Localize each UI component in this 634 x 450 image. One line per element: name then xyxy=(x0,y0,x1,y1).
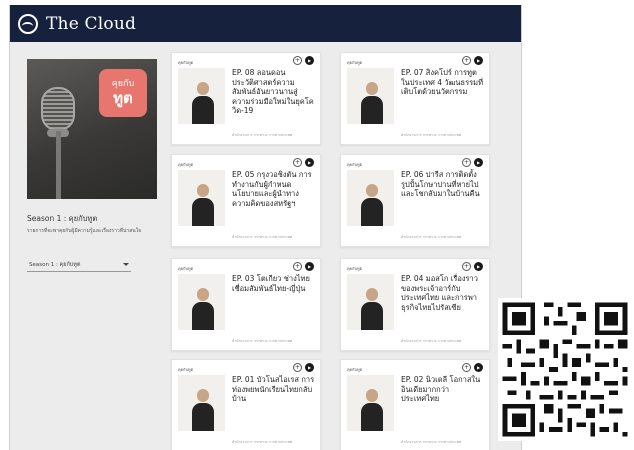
episode-thumbnail[interactable] xyxy=(178,274,225,330)
episode-meta: สำนักงานการ กระทรวง การต่างประเทศ xyxy=(232,339,293,343)
episode-thumbnail[interactable] xyxy=(347,68,394,124)
ambassador-photo xyxy=(192,288,214,330)
ambassador-photo xyxy=(192,82,214,124)
episode-title[interactable]: EP. 05 กรุงวอชิงตัน การทำงานกับผู้กำหนดน… xyxy=(232,170,316,208)
app-window: The Cloud คุยกับ ทูต Season 1 : คุยกับทู… xyxy=(9,5,522,450)
episode-card[interactable]: คุยกับทูต + ▶ EP. 06 ปารีส การติดตั้งรูปป… xyxy=(340,154,490,247)
season-cover-image: คุยกับ ทูต xyxy=(27,59,157,199)
episode-card[interactable]: คุยกับทูต + ▶ EP. 03 โตเกียว ช่างไทยเชื่อ… xyxy=(171,258,321,351)
play-circle-icon[interactable]: ▶ xyxy=(305,158,314,167)
episode-card[interactable]: คุยกับทูต + ▶ EP. 04 มอสโก เรื่องราวของพร… xyxy=(340,258,490,351)
episode-card[interactable]: คุยกับทูต + ▶ EP. 08 ลอนดอน ประวัติศาสตร์… xyxy=(171,52,321,145)
plus-circle-icon[interactable]: + xyxy=(293,158,302,167)
episode-category: คุยกับทูต xyxy=(347,60,363,65)
play-circle-icon[interactable]: ▶ xyxy=(474,262,483,271)
episode-category: คุยกับทูต xyxy=(178,60,194,65)
plus-circle-icon[interactable]: + xyxy=(293,262,302,271)
play-circle-icon[interactable]: ▶ xyxy=(305,56,314,65)
episode-meta: สำนักงานการ กระทรวง การต่างประเทศ xyxy=(401,133,462,137)
plus-circle-icon[interactable]: + xyxy=(462,158,471,167)
episode-category: คุยกับทูต xyxy=(178,162,194,167)
episode-title[interactable]: EP. 06 ปารีส การติดตั้งรูปปั้นโกษาปานที่… xyxy=(401,170,485,199)
episode-title[interactable]: EP. 03 โตเกียว ช่างไทยเชื่อมสัมพันธ์ไทย-… xyxy=(232,274,316,293)
ambassador-photo xyxy=(192,184,214,226)
badge-line-1: คุยกับ xyxy=(111,79,135,89)
play-circle-icon[interactable]: ▶ xyxy=(474,363,483,372)
plus-circle-icon[interactable]: + xyxy=(462,262,471,271)
qr-code-icon xyxy=(498,298,632,441)
ambassador-photo xyxy=(361,184,383,226)
plus-circle-icon[interactable]: + xyxy=(293,56,302,65)
play-circle-icon[interactable]: ▶ xyxy=(474,56,483,65)
episode-card[interactable]: คุยกับทูต + ▶ EP. 07 สิงคโปร์ การทูตในประ… xyxy=(340,52,490,145)
chevron-down-icon xyxy=(123,263,129,266)
episode-title[interactable]: EP. 04 มอสโก เรื่องราวของพระเจ้าอาร์กับป… xyxy=(401,274,485,312)
episode-meta: สำนักงานการ กระทรวง การต่างประเทศ xyxy=(232,440,293,444)
play-circle-icon[interactable]: ▶ xyxy=(474,158,483,167)
badge-line-2: ทูต xyxy=(113,89,133,107)
ambassador-photo xyxy=(361,82,383,124)
ambassador-photo xyxy=(361,288,383,330)
episode-meta: สำนักงานการ กระทรวง การต่างประเทศ xyxy=(401,339,462,343)
episode-title[interactable]: EP. 08 ลอนดอน ประวัติศาสตร์ความสัมพันธ์อ… xyxy=(232,68,316,116)
ambassador-photo xyxy=(361,389,383,431)
show-logo-badge: คุยกับ ทูต xyxy=(99,69,147,117)
episode-meta: สำนักงานการ กระทรวง การต่างประเทศ xyxy=(401,235,462,239)
microphone-stand xyxy=(56,131,61,199)
top-navigation-bar: The Cloud xyxy=(10,5,521,42)
episode-category: คุยกับทูต xyxy=(178,367,194,372)
episode-meta: สำนักงานการ กระทรวง การต่างประเทศ xyxy=(232,235,293,239)
episode-title[interactable]: EP. 07 สิงคโปร์ การทูตในประเทศ 4 วัฒนธรร… xyxy=(401,68,485,97)
play-circle-icon[interactable]: ▶ xyxy=(305,363,314,372)
plus-circle-icon[interactable]: + xyxy=(462,56,471,65)
play-circle-icon[interactable]: ▶ xyxy=(305,262,314,271)
episode-thumbnail[interactable] xyxy=(178,68,225,124)
plus-circle-icon[interactable]: + xyxy=(462,363,471,372)
ambassador-photo xyxy=(192,389,214,431)
microphone-icon xyxy=(41,87,75,131)
episode-thumbnail[interactable] xyxy=(178,170,225,226)
episode-card[interactable]: คุยกับทูต + ▶ EP. 05 กรุงวอชิงตัน การทำงา… xyxy=(171,154,321,247)
episode-category: คุยกับทูต xyxy=(347,367,363,372)
site-title[interactable]: The Cloud xyxy=(46,14,136,34)
season-select-value: Season 1 : คุยกับทูต xyxy=(29,261,81,268)
episode-category: คุยกับทูต xyxy=(347,266,363,271)
episode-meta: สำนักงานการ กระทรวง การต่างประเทศ xyxy=(401,440,462,444)
cloud-logo-icon[interactable] xyxy=(18,13,38,34)
episode-thumbnail[interactable] xyxy=(178,375,225,431)
episode-title[interactable]: EP. 01 บัวโนสไอเรส การท่องพยพนักเรียนไทย… xyxy=(232,375,316,404)
episode-card[interactable]: คุยกับทูต + ▶ EP. 01 บัวโนสไอเรส การท่องพ… xyxy=(171,359,321,450)
season-description: รายการที่จะพาคุยกับผู้มีความรู้และเรื่อง… xyxy=(27,228,142,234)
episode-category: คุยกับทูต xyxy=(347,162,363,167)
episode-category: คุยกับทูต xyxy=(178,266,194,271)
episode-thumbnail[interactable] xyxy=(347,375,394,431)
episode-thumbnail[interactable] xyxy=(347,274,394,330)
season-title: Season 1 : คุยกับทูต xyxy=(27,214,98,223)
episode-meta: สำนักงานการ กระทรวง การต่างประเทศ xyxy=(232,133,293,137)
episode-title[interactable]: EP. 02 นิวเดลี โอกาสในอินเดียมากกว่าประเ… xyxy=(401,375,485,404)
plus-circle-icon[interactable]: + xyxy=(293,363,302,372)
season-select[interactable]: Season 1 : คุยกับทูต xyxy=(27,258,131,272)
episode-card[interactable]: คุยกับทูต + ▶ EP. 02 นิวเดลี โอกาสในอินเด… xyxy=(340,359,490,450)
episode-thumbnail[interactable] xyxy=(347,170,394,226)
